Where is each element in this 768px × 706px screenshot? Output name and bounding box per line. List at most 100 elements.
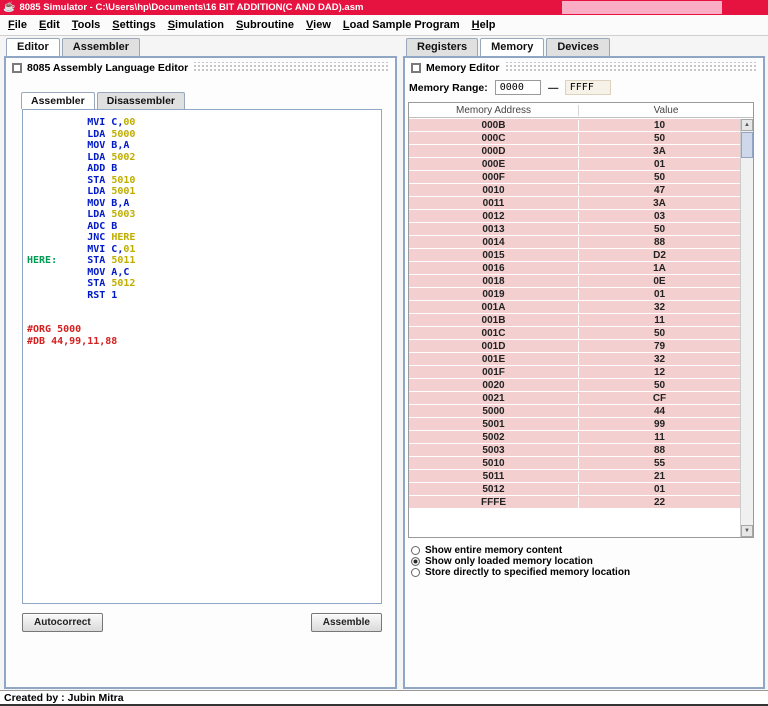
memory-row-0013[interactable]: 001350 <box>409 223 740 236</box>
checkbox-icon[interactable] <box>12 63 22 73</box>
tab-devices[interactable]: Devices <box>546 38 610 56</box>
menu-load-sample-program[interactable]: Load Sample Program <box>337 17 466 33</box>
memory-address: 5000 <box>409 406 579 417</box>
memory-row-001E[interactable]: 001E32 <box>409 353 740 366</box>
window-title: 8085 Simulator - C:\Users\hp\Documents\1… <box>19 2 363 13</box>
menu-subroutine[interactable]: Subroutine <box>230 17 300 33</box>
editor-tab-assembler[interactable]: Assembler <box>21 92 95 109</box>
memory-value: 12 <box>579 367 740 378</box>
memory-row-FFFE[interactable]: FFFE22 <box>409 496 740 509</box>
radio-selected-icon[interactable] <box>411 557 420 566</box>
memory-row-5001[interactable]: 500199 <box>409 418 740 431</box>
memory-value: 88 <box>579 445 740 456</box>
memory-table-scrollbar[interactable]: ▲ ▼ <box>740 119 753 537</box>
memory-row-5000[interactable]: 500044 <box>409 405 740 418</box>
memory-panel-titlebar: Memory Editor <box>405 58 763 77</box>
memory-row-0011[interactable]: 00113A <box>409 197 740 210</box>
memory-row-001F[interactable]: 001F12 <box>409 366 740 379</box>
memory-value: 44 <box>579 406 740 417</box>
memory-value: 22 <box>579 497 740 508</box>
radio-icon[interactable] <box>411 568 420 577</box>
scroll-up-icon[interactable]: ▲ <box>741 119 753 131</box>
menu-simulation[interactable]: Simulation <box>162 17 230 33</box>
right-tab-bar: RegistersMemoryDevices <box>406 38 610 56</box>
memory-editor-panel: Memory Editor Memory Range: ---- Memory … <box>403 56 765 689</box>
memory-value: 55 <box>579 458 740 469</box>
memory-address: 0013 <box>409 224 579 235</box>
scroll-down-icon[interactable]: ▼ <box>741 525 753 537</box>
code-line: LDA 5002 <box>27 152 377 164</box>
memory-row-5003[interactable]: 500388 <box>409 444 740 457</box>
memory-row-0021[interactable]: 0021CF <box>409 392 740 405</box>
memory-address: 5003 <box>409 445 579 456</box>
column-header-value[interactable]: Value <box>579 105 753 116</box>
assemble-button[interactable]: Assemble <box>311 613 382 632</box>
checkbox-icon[interactable] <box>411 63 421 73</box>
memory-option-show-entire-memory-content[interactable]: Show entire memory content <box>411 545 630 556</box>
code-line: RST 1 <box>27 290 377 302</box>
left-tab-bar: EditorAssembler <box>6 38 140 56</box>
tab-assembler[interactable]: Assembler <box>62 38 140 56</box>
memory-address: 000E <box>409 159 579 170</box>
memory-option-store-directly-to-specified-memory-location[interactable]: Store directly to specified memory locat… <box>411 567 630 578</box>
memory-address: 0015 <box>409 250 579 261</box>
menu-view[interactable]: View <box>300 17 337 33</box>
menu-file[interactable]: File <box>2 17 33 33</box>
range-to-input[interactable] <box>565 80 611 95</box>
scrollbar-thumb[interactable] <box>741 132 753 158</box>
title-texture <box>505 62 757 73</box>
memory-row-000B[interactable]: 000B10 <box>409 119 740 132</box>
memory-row-001A[interactable]: 001A32 <box>409 301 740 314</box>
code-line: #ORG 5000 <box>27 324 377 336</box>
memory-row-001C[interactable]: 001C50 <box>409 327 740 340</box>
range-from-input[interactable] <box>495 80 541 95</box>
radio-icon[interactable] <box>411 546 420 555</box>
memory-row-0018[interactable]: 00180E <box>409 275 740 288</box>
memory-row-0014[interactable]: 001488 <box>409 236 740 249</box>
memory-value: 11 <box>579 432 740 443</box>
memory-option-show-only-loaded-memory-location[interactable]: Show only loaded memory location <box>411 556 630 567</box>
memory-row-000F[interactable]: 000F50 <box>409 171 740 184</box>
assembly-editor-panel: 8085 Assembly Language Editor AssemblerD… <box>4 56 397 689</box>
tab-editor[interactable]: Editor <box>6 38 60 56</box>
memory-row-0016[interactable]: 00161A <box>409 262 740 275</box>
menu-tools[interactable]: Tools <box>66 17 107 33</box>
memory-value: 1A <box>579 263 740 274</box>
editor-tab-disassembler[interactable]: Disassembler <box>97 92 185 109</box>
memory-row-0015[interactable]: 0015D2 <box>409 249 740 262</box>
memory-row-001B[interactable]: 001B11 <box>409 314 740 327</box>
memory-address: 0019 <box>409 289 579 300</box>
menu-help[interactable]: Help <box>466 17 502 33</box>
column-header-address[interactable]: Memory Address <box>409 105 579 116</box>
memory-value: 03 <box>579 211 740 222</box>
memory-row-0020[interactable]: 002050 <box>409 379 740 392</box>
memory-address: 5001 <box>409 419 579 430</box>
memory-value: 50 <box>579 380 740 391</box>
memory-row-5002[interactable]: 500211 <box>409 431 740 444</box>
memory-row-0010[interactable]: 001047 <box>409 184 740 197</box>
memory-address: FFFE <box>409 497 579 508</box>
memory-row-000D[interactable]: 000D3A <box>409 145 740 158</box>
memory-table: Memory Address Value 000B10000C50000D3A0… <box>408 102 754 538</box>
memory-row-5011[interactable]: 501121 <box>409 470 740 483</box>
memory-address: 001C <box>409 328 579 339</box>
memory-row-0019[interactable]: 001901 <box>409 288 740 301</box>
memory-row-5012[interactable]: 501201 <box>409 483 740 496</box>
memory-row-5010[interactable]: 501055 <box>409 457 740 470</box>
editor-button-row: Autocorrect Assemble <box>22 613 382 632</box>
memory-row-001D[interactable]: 001D79 <box>409 340 740 353</box>
code-editor[interactable]: MVI C,00 LDA 5000 MOV B,A LDA 5002 ADD B… <box>22 109 382 604</box>
window-controls-area[interactable] <box>562 1 722 14</box>
memory-value: 50 <box>579 172 740 183</box>
memory-row-000C[interactable]: 000C50 <box>409 132 740 145</box>
tab-registers[interactable]: Registers <box>406 38 478 56</box>
menu-edit[interactable]: Edit <box>33 17 66 33</box>
tab-memory[interactable]: Memory <box>480 38 544 56</box>
code-line: MOV A,C <box>27 267 377 279</box>
memory-row-0012[interactable]: 001203 <box>409 210 740 223</box>
title-texture <box>193 62 389 73</box>
memory-value: 32 <box>579 354 740 365</box>
menu-settings[interactable]: Settings <box>106 17 161 33</box>
memory-row-000E[interactable]: 000E01 <box>409 158 740 171</box>
autocorrect-button[interactable]: Autocorrect <box>22 613 103 632</box>
